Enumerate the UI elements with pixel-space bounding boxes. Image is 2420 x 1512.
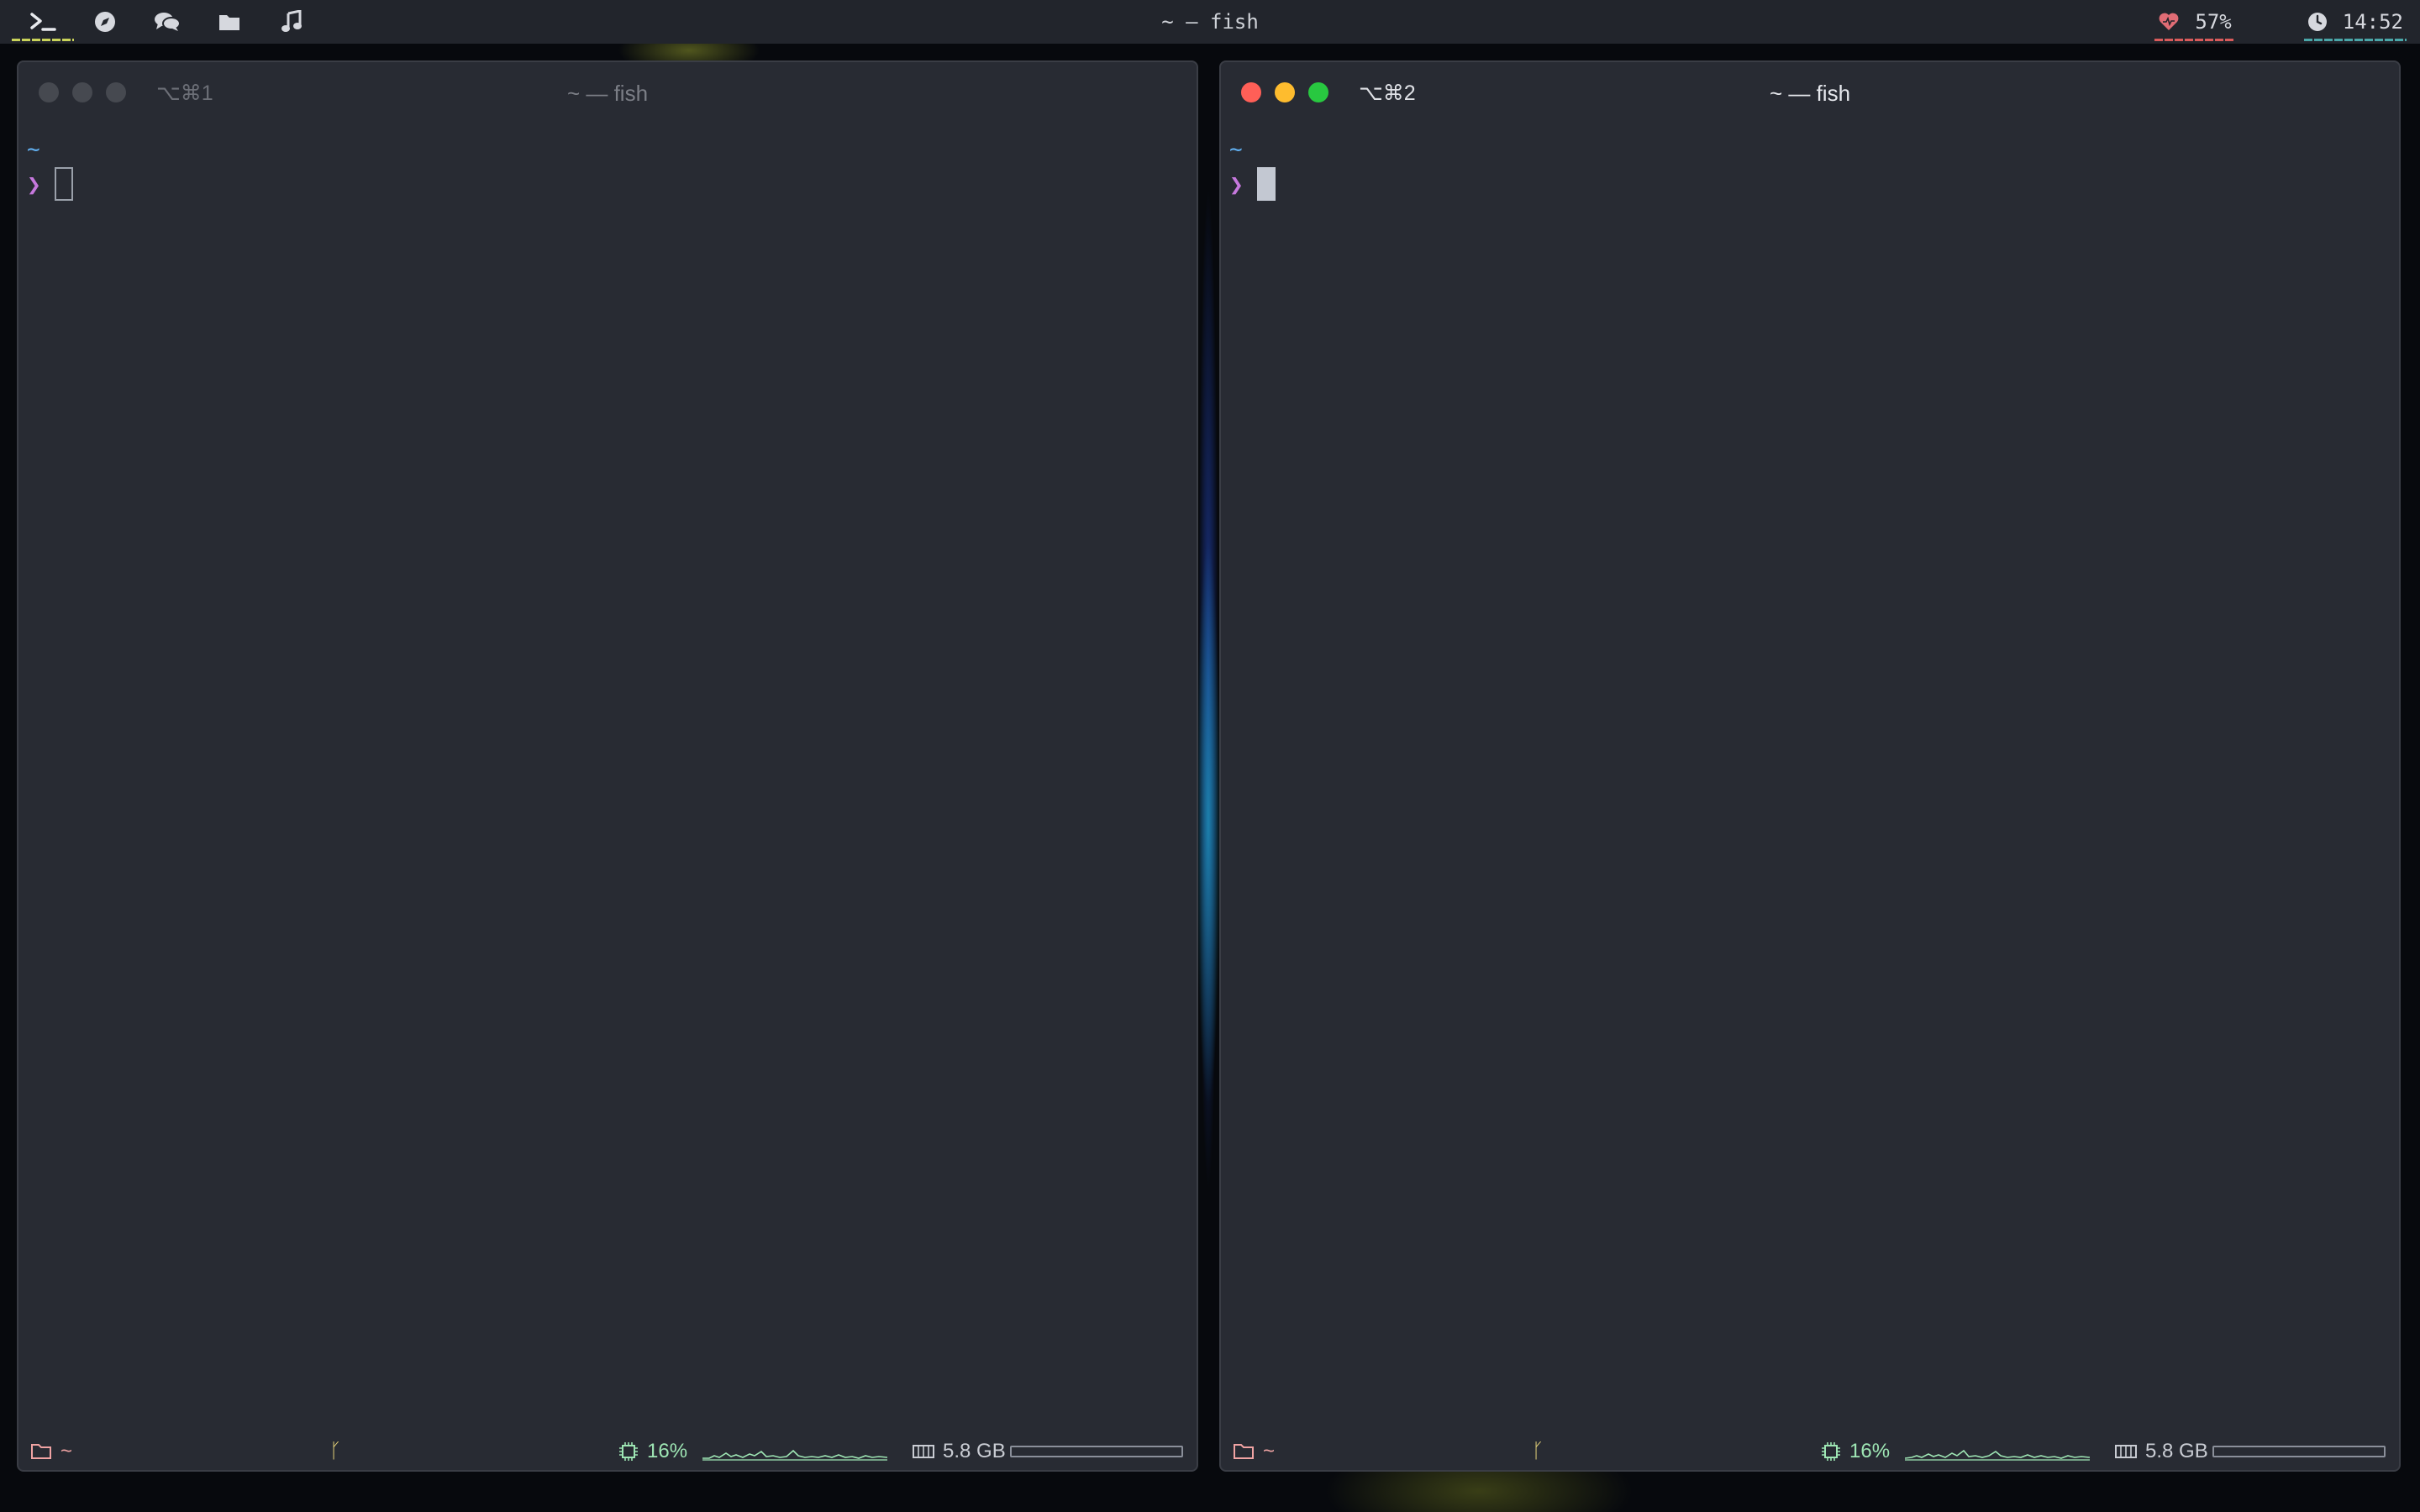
music-note-icon	[281, 10, 302, 32]
text-cursor	[1256, 167, 1276, 201]
git-branch-icon: ᚴ	[329, 1440, 342, 1462]
status-folder[interactable]: ~	[30, 1433, 72, 1470]
heart-icon	[2159, 13, 2179, 30]
cpu-icon	[619, 1442, 638, 1461]
space-browser[interactable]	[74, 0, 136, 44]
clock-icon	[2307, 13, 2327, 31]
compass-icon	[95, 12, 115, 32]
terminal-content[interactable]: ~ ❯	[27, 133, 1188, 202]
battery-percent: 57%	[2195, 10, 2232, 34]
chat-icon	[155, 13, 181, 31]
cpu-sparkline-graph	[702, 1449, 887, 1461]
memory-bar-track	[2212, 1446, 2386, 1457]
window-titlebar[interactable]: ⌥⌘2 ~ — fish	[1221, 62, 2399, 124]
folder-icon	[219, 15, 239, 30]
status-bar: ~ ᚴ 16% 5.8 GB	[18, 1433, 1197, 1470]
space-chat[interactable]	[136, 0, 198, 44]
focused-window-title: ~ — fish	[1161, 10, 1259, 34]
folder-outline-icon	[1234, 1444, 1254, 1459]
status-bar: ~ ᚴ 16% 5.8 GB	[1221, 1433, 2399, 1470]
clock-time: 14:52	[2342, 10, 2403, 34]
cpu-sparkline-graph	[1905, 1449, 2090, 1461]
memory-bar	[1010, 1433, 1183, 1470]
space-music[interactable]	[260, 0, 323, 44]
memory-icon	[2115, 1445, 2137, 1458]
memory-icon	[913, 1445, 934, 1458]
status-memory: 5.8 GB	[913, 1433, 1006, 1470]
cpu-sparkline	[1905, 1433, 2090, 1470]
terminal-icon	[30, 13, 56, 31]
status-cpu: 16%	[618, 1433, 687, 1470]
status-cpu: 16%	[1821, 1433, 1890, 1470]
cpu-percent: 16%	[1849, 1440, 1891, 1462]
battery-widget[interactable]: 57%	[2154, 0, 2236, 44]
space-terminal[interactable]	[12, 0, 74, 44]
spaces-list	[12, 0, 323, 44]
menubar: ~ — fish 57% 14:52	[0, 0, 2420, 44]
status-git-branch: ᚴ	[329, 1433, 341, 1470]
status-folder[interactable]: ~	[1233, 1433, 1275, 1470]
prompt-line[interactable]: ❯	[1229, 166, 2391, 202]
memory-used: 5.8 GB	[2145, 1440, 2208, 1462]
terminal-window-1[interactable]: ⌥⌘1 ~ — fish ~ ❯ ~ ᚴ 16% 5.8 GB	[17, 60, 1198, 1472]
prompt-symbol: ❯	[1229, 170, 1244, 198]
cpu-sparkline	[702, 1433, 887, 1470]
window-title: ~ — fish	[1769, 81, 1851, 106]
space-files[interactable]	[198, 0, 260, 44]
git-branch-icon: ᚴ	[1532, 1440, 1544, 1462]
window-title: ~ — fish	[566, 81, 649, 106]
cpu-percent: 16%	[647, 1440, 688, 1462]
memory-bar	[2212, 1433, 2386, 1470]
status-memory: 5.8 GB	[2115, 1433, 2208, 1470]
prompt-cwd: ~	[27, 137, 40, 162]
text-cursor	[54, 167, 73, 201]
status-folder-label: ~	[1263, 1440, 1276, 1462]
terminal-window-2[interactable]: ⌥⌘2 ~ — fish ~ ❯ ~ ᚴ 16% 5.8 GB	[1219, 60, 2401, 1472]
clock-widget[interactable]: 14:52	[2303, 0, 2407, 44]
prompt-cwd: ~	[1229, 137, 1243, 162]
cpu-icon	[1822, 1442, 1840, 1461]
memory-used: 5.8 GB	[943, 1440, 1006, 1462]
status-git-branch: ᚴ	[1532, 1433, 1544, 1470]
prompt-symbol: ❯	[27, 170, 41, 198]
terminal-content[interactable]: ~ ❯	[1229, 133, 2391, 202]
folder-outline-icon	[31, 1444, 51, 1459]
prompt-line[interactable]: ❯	[27, 166, 1188, 202]
status-folder-label: ~	[60, 1440, 73, 1462]
window-titlebar[interactable]: ⌥⌘1 ~ — fish	[18, 62, 1197, 124]
memory-bar-track	[1010, 1446, 1183, 1457]
